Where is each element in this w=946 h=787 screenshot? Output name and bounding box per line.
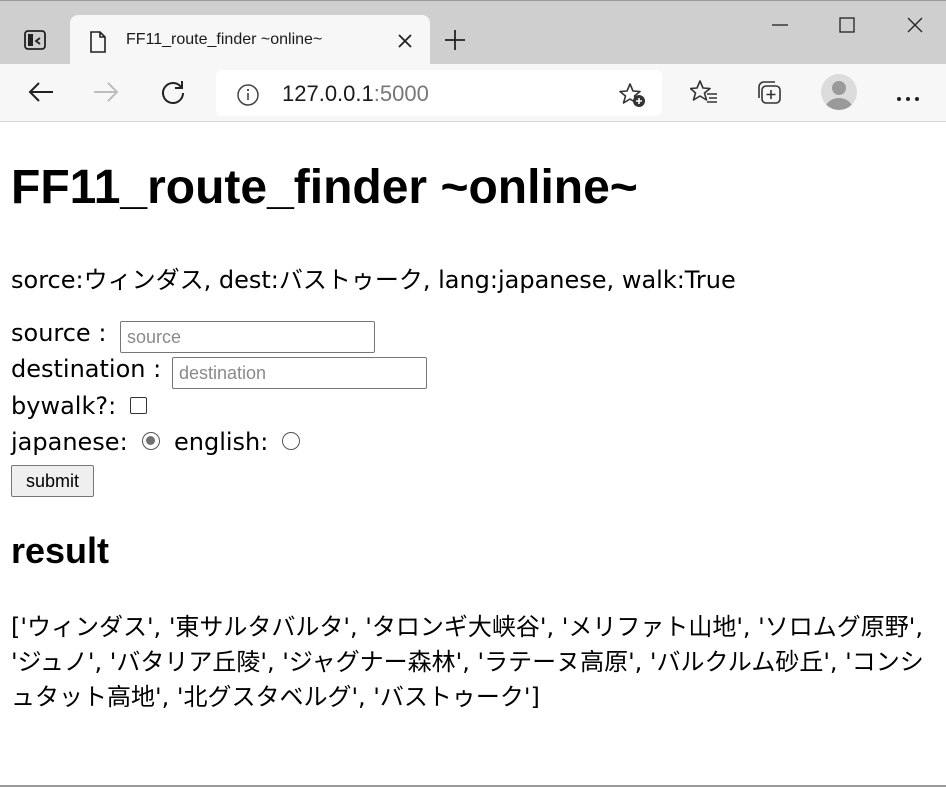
collections-icon[interactable] [756,80,784,110]
browser-tab[interactable]: FF11_route_finder ~online~ [70,15,430,66]
result-heading: result [11,530,110,571]
page-title: FF11_route_finder ~online~ [11,161,638,214]
close-icon[interactable] [396,32,414,54]
more-icon[interactable] [896,88,920,107]
arrow-left-icon[interactable] [27,80,55,108]
tab-title: FF11_route_finder ~online~ [126,31,323,48]
browser-titlebar: FF11_route_finder ~online~ [0,0,946,66]
japanese-label: japanese: [11,428,128,456]
plus-icon[interactable] [442,27,468,57]
url-host: 127.0.0.1 [282,81,374,106]
destination-input[interactable] [172,357,427,389]
info-icon[interactable] [236,83,260,111]
japanese-radio[interactable] [142,432,160,450]
maximize-icon[interactable] [837,15,857,39]
page-content: FF11_route_finder ~online~ sorce:ウィンダス, … [0,122,946,787]
document-icon [88,30,108,58]
result-route-text: ['ウィンダス', '東サルタバルタ', 'タロンギ大峡谷', 'メリファト山地… [11,613,924,711]
source-input[interactable] [120,321,375,353]
close-window-icon[interactable] [905,15,925,39]
browser-toolbar: 127.0.0.1:5000 [0,64,946,122]
submit-button[interactable]: submit [11,465,94,497]
minimize-icon[interactable] [770,15,790,39]
destination-label: destination : [11,355,162,383]
arrow-right-icon[interactable] [92,80,120,108]
profile-avatar[interactable] [821,74,857,110]
bywalk-label: bywalk?: [11,392,117,420]
english-radio[interactable] [282,432,300,450]
bywalk-checkbox[interactable] [130,397,147,414]
query-status-text: sorce:ウィンダス, dest:バストゥーク, lang:japanese,… [11,266,736,294]
url-text[interactable]: 127.0.0.1:5000 [282,81,429,107]
favorites-list-icon[interactable] [689,79,718,109]
source-label: source : [11,319,107,347]
refresh-icon[interactable] [159,78,187,110]
tab-actions-icon[interactable] [18,27,52,53]
address-bar[interactable]: 127.0.0.1:5000 [216,70,662,116]
english-label: english: [174,428,269,456]
star-plus-icon[interactable] [618,82,646,112]
url-port: :5000 [373,81,429,106]
